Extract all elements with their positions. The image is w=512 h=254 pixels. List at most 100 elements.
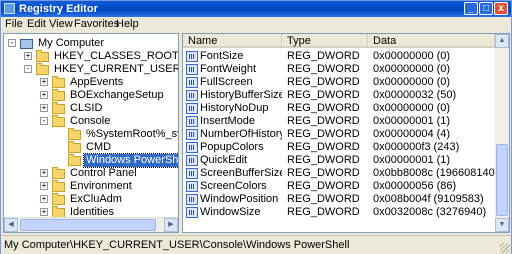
value-name: WindowPosition: [200, 193, 279, 205]
tree-node-label[interactable]: HKEY_CLASSES_ROOT: [52, 50, 178, 63]
title-bar[interactable]: Registry Editor _ □ x: [1, 1, 511, 17]
folder-icon: [52, 102, 65, 114]
reg-dword-icon: [186, 64, 198, 75]
value-type: REG_DWORD: [287, 193, 360, 205]
tree-node-label[interactable]: CMD: [84, 141, 113, 154]
tree-node-label[interactable]: Console: [68, 115, 112, 128]
computer-icon: [20, 39, 33, 49]
value-data: 0x0032008c (3276940): [373, 206, 487, 218]
tree-node-label[interactable]: AppEvents: [68, 76, 125, 89]
expand-toggle-icon[interactable]: +: [40, 195, 48, 203]
tree-node-label[interactable]: ExCluAdm: [68, 193, 124, 206]
reg-dword-icon: [186, 194, 198, 205]
expand-toggle-icon[interactable]: +: [40, 78, 48, 86]
value-row[interactable]: ScreenColors REG_DWORD 0x00000056 (86): [183, 180, 495, 193]
close-button[interactable]: x: [494, 2, 508, 15]
value-row[interactable]: HistoryBufferSize REG_DWORD 0x00000032 (50…: [183, 89, 495, 102]
menu-view[interactable]: View: [49, 18, 73, 31]
maximize-button[interactable]: □: [479, 2, 493, 15]
tree-node-label[interactable]: Windows PowerShell: [82, 153, 178, 168]
value-row[interactable]: WindowPosition REG_DWORD 0x008b004f (91095…: [183, 193, 495, 206]
tree-node-label[interactable]: BOExchangeSetup: [68, 89, 166, 102]
tree-node-label[interactable]: Environment: [68, 180, 134, 193]
scroll-up-arrow-icon[interactable]: ▲: [495, 34, 509, 48]
menu-help[interactable]: Help: [116, 18, 139, 31]
value-row[interactable]: InsertMode REG_DWORD 0x00000001 (1): [183, 115, 495, 128]
tree-scroll-thumb[interactable]: [20, 219, 156, 231]
registry-values-list[interactable]: Name Type Data ▲ ▼ FontSize REG_DWORD 0x00…: [182, 33, 510, 233]
value-row[interactable]: FontWeight REG_DWORD 0x00000000 (0): [183, 63, 495, 76]
value-row[interactable]: HistoryNoDup REG_DWORD 0x00000000 (0): [183, 102, 495, 115]
value-type: REG_DWORD: [287, 128, 360, 140]
collapse-toggle-icon[interactable]: -: [8, 39, 16, 47]
tree-node-label[interactable]: My Computer: [36, 37, 106, 50]
reg-dword-icon: [186, 103, 198, 114]
column-header-type[interactable]: Type: [282, 34, 368, 48]
menu-edit[interactable]: Edit: [27, 18, 46, 31]
tree-node-label[interactable]: %SystemRoot%_system3: [84, 128, 178, 141]
resize-grip-icon[interactable]: [500, 243, 510, 253]
menu-favorites[interactable]: Favorites: [74, 18, 119, 31]
tree-node-label[interactable]: Control Panel: [68, 167, 139, 180]
expand-toggle-icon[interactable]: +: [40, 91, 48, 99]
value-type: REG_DWORD: [287, 141, 360, 153]
tree-node-label[interactable]: HKEY_CURRENT_USER: [52, 63, 178, 76]
tree-horizontal-scrollbar[interactable]: ◀ ▶: [4, 217, 178, 232]
folder-icon: [68, 141, 81, 153]
value-row[interactable]: NumberOfHistoryBuf... REG_DWORD 0x00000004…: [183, 128, 495, 141]
reg-dword-icon: [186, 168, 198, 179]
value-row[interactable]: QuickEdit REG_DWORD 0x00000001 (1): [183, 154, 495, 167]
value-type: REG_DWORD: [287, 115, 360, 127]
expand-toggle-icon[interactable]: +: [24, 52, 32, 60]
status-path: My Computer\HKEY_CURRENT_USER\Console\Wi…: [4, 239, 350, 251]
column-header-data[interactable]: Data: [368, 34, 495, 48]
value-data: 0x00000001 (1): [373, 115, 451, 127]
folder-icon: [68, 154, 81, 166]
folder-icon: [52, 76, 65, 88]
registry-key-tree[interactable]: +Keyboard Layout+Identities+ExCluAdm+Env…: [3, 33, 179, 233]
value-row[interactable]: ScreenBufferSize REG_DWORD 0x0bb8008c (196…: [183, 167, 495, 180]
collapse-toggle-icon[interactable]: -: [24, 65, 32, 73]
value-data: 0x00000000 (0): [373, 50, 451, 62]
value-name: FontWeight: [200, 63, 257, 75]
expand-toggle-icon[interactable]: +: [40, 104, 48, 112]
value-data: 0x00000032 (50): [373, 89, 457, 101]
tree-node-label[interactable]: CLSID: [68, 102, 104, 115]
reg-dword-icon: [186, 181, 198, 192]
registry-editor-window: Registry Editor _ □ x File Edit View Fav…: [0, 0, 512, 254]
value-data: 0x00000056 (86): [373, 180, 457, 192]
column-header-name[interactable]: Name: [183, 34, 282, 48]
scroll-right-arrow-icon[interactable]: ▶: [164, 218, 178, 232]
reg-dword-icon: [186, 142, 198, 153]
expand-toggle-icon[interactable]: +: [40, 208, 48, 216]
reg-dword-icon: [186, 129, 198, 140]
folder-icon: [68, 128, 81, 140]
menu-file[interactable]: File: [5, 18, 23, 31]
value-name: FontSize: [200, 50, 244, 62]
value-name: NumberOfHistoryBuf...: [200, 128, 282, 140]
window-title: Registry Editor: [19, 3, 98, 15]
folder-icon: [36, 50, 49, 62]
expand-toggle-icon[interactable]: +: [40, 182, 48, 190]
minimize-button[interactable]: _: [464, 2, 478, 15]
value-data: 0x00000000 (0): [373, 102, 451, 114]
value-row[interactable]: PopupColors REG_DWORD 0x000000f3 (243): [183, 141, 495, 154]
scroll-left-arrow-icon[interactable]: ◀: [4, 218, 18, 232]
value-type: REG_DWORD: [287, 102, 360, 114]
value-row[interactable]: FullScreen REG_DWORD 0x00000000 (0): [183, 76, 495, 89]
reg-dword-icon: [186, 116, 198, 127]
value-row[interactable]: WindowSize REG_DWORD 0x0032008c (3276940): [183, 206, 495, 219]
reg-dword-icon: [186, 90, 198, 101]
value-row[interactable]: FontSize REG_DWORD 0x00000000 (0): [183, 50, 495, 63]
collapse-toggle-icon[interactable]: -: [40, 117, 48, 125]
value-name: InsertMode: [200, 115, 256, 127]
value-name: QuickEdit: [200, 154, 248, 166]
scroll-down-arrow-icon[interactable]: ▼: [495, 218, 509, 232]
list-scroll-thumb[interactable]: [496, 144, 508, 216]
value-type: REG_DWORD: [287, 63, 360, 75]
list-vertical-scrollbar[interactable]: ▲ ▼: [495, 34, 509, 232]
value-data: 0x0bb8008c (196608140): [373, 167, 495, 179]
value-data: 0x00000000 (0): [373, 63, 451, 75]
folder-icon: [52, 89, 65, 101]
expand-toggle-icon[interactable]: +: [40, 169, 48, 177]
